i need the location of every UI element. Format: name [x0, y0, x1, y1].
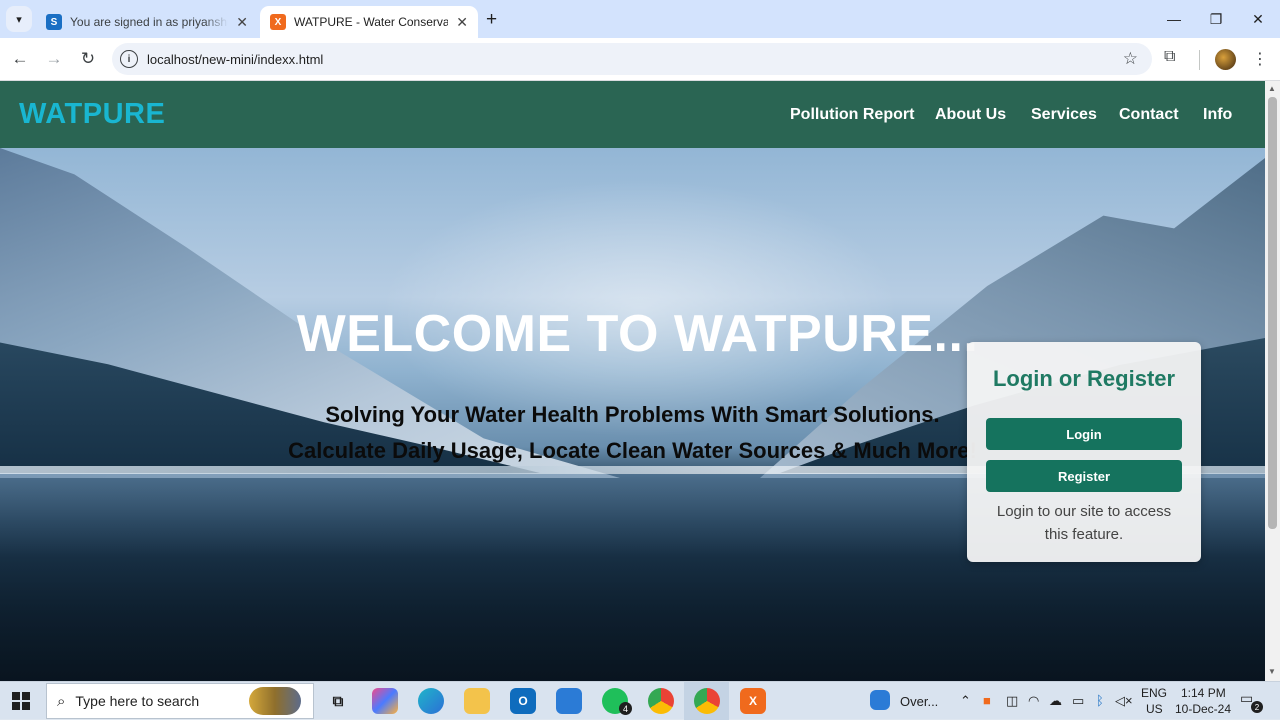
task-view-icon[interactable]: ⧉ [325, 688, 351, 714]
microsoft-store-icon[interactable] [556, 688, 582, 714]
volume-muted-icon[interactable]: ◁× [1115, 693, 1133, 709]
address-bar[interactable]: i localhost/new-mini/indexx.html ☆ [112, 43, 1152, 75]
toolbar-divider [1199, 50, 1200, 70]
clock-date[interactable]: 10-Dec-24 [1175, 702, 1231, 716]
file-explorer-icon[interactable] [464, 688, 490, 714]
tab-strip: ▾ S You are signed in as priyanshu... ✕ … [0, 0, 1280, 38]
taskbar-search[interactable]: ⌕ Type here to search [46, 683, 314, 719]
nav-info[interactable]: Info [1203, 106, 1232, 124]
hero-section: WELCOME TO WATPURE... Solving Your Water… [0, 148, 1265, 681]
nav-pollution-report[interactable]: Pollution Report [790, 106, 914, 124]
copilot-icon[interactable] [372, 688, 398, 714]
nav-about-us[interactable]: About Us [935, 106, 1006, 124]
browser-toolbar: ← → ↻ i localhost/new-mini/indexx.html ☆ [0, 38, 1280, 81]
search-icon: ⌕ [57, 692, 66, 710]
tab-search-button[interactable]: ▾ [6, 6, 32, 32]
tab-watpure[interactable]: X WATPURE - Water Conservation ✕ [260, 6, 478, 38]
outlook-icon[interactable]: O [510, 688, 536, 714]
site-navbar: WATPURE Pollution Report About Us Servic… [0, 81, 1265, 148]
extensions-puzzle-icon[interactable]: ⧉ [1164, 48, 1175, 66]
register-button[interactable]: Register [986, 460, 1182, 492]
onedrive-cloud-icon[interactable]: ☁ [1049, 693, 1062, 709]
language-indicator[interactable]: ENG [1141, 686, 1167, 700]
xampp-icon[interactable]: X [740, 688, 766, 714]
tab-favicon: X [270, 14, 286, 30]
edge-browser-icon[interactable] [418, 688, 444, 714]
nav-contact[interactable]: Contact [1119, 106, 1179, 124]
forward-arrow-icon[interactable]: → [41, 46, 67, 72]
xampp-tray-icon[interactable]: ■ [983, 693, 991, 708]
wifi-icon[interactable]: ◠ [1028, 693, 1039, 709]
region-indicator[interactable]: US [1146, 702, 1163, 716]
taskbar: ⌕ Type here to search ⧉ O 4 X Over... ⌃ … [0, 681, 1280, 720]
battery-icon[interactable]: ▭ [1072, 693, 1084, 709]
reload-icon[interactable]: ↻ [75, 46, 101, 72]
show-hidden-icons[interactable]: ⌃ [960, 693, 971, 709]
restore-button[interactable]: ❐ [1196, 6, 1236, 32]
whatsapp-badge: 4 [619, 702, 632, 715]
windows-start-icon[interactable] [12, 692, 30, 710]
scroll-up-icon[interactable]: ▲ [1268, 84, 1276, 93]
minimize-button[interactable]: — [1154, 6, 1194, 32]
bookmark-star-icon[interactable]: ☆ [1123, 49, 1138, 69]
bluetooth-icon[interactable]: ᛒ [1096, 693, 1104, 708]
close-tab-icon[interactable]: ✕ [456, 14, 468, 31]
login-button[interactable]: Login [986, 418, 1182, 450]
login-card-note: Login to our site to access this feature… [996, 503, 1172, 543]
tab-title: You are signed in as priyanshu... [70, 15, 229, 29]
new-tab-button[interactable]: + [486, 9, 497, 31]
tab-favicon: S [46, 14, 62, 30]
close-tab-icon[interactable]: ✕ [236, 14, 248, 31]
meet-now-icon[interactable]: ◫ [1006, 693, 1018, 709]
notification-badge: 2 [1251, 701, 1263, 713]
page-scrollbar[interactable]: ▲ ▼ [1265, 81, 1280, 681]
tab-title: WATPURE - Water Conservation [294, 15, 449, 29]
back-arrow-icon[interactable]: ← [7, 46, 33, 72]
site-info-icon[interactable]: i [120, 50, 138, 68]
close-window-button[interactable]: ✕ [1238, 6, 1278, 32]
clock-time[interactable]: 1:14 PM [1181, 686, 1226, 700]
taskbar-search-placeholder: Type here to search [75, 693, 200, 709]
nav-services[interactable]: Services [1031, 106, 1097, 124]
scroll-down-icon[interactable]: ▼ [1268, 667, 1276, 676]
scroll-thumb[interactable] [1268, 97, 1277, 529]
web-page: WATPURE Pollution Report About Us Servic… [0, 81, 1265, 681]
browser-menu-icon[interactable]: ⋮ [1252, 49, 1268, 69]
site-logo[interactable]: WATPURE [19, 98, 165, 131]
url-text[interactable]: localhost/new-mini/indexx.html [147, 52, 323, 67]
chrome-profile-icon[interactable] [648, 688, 674, 714]
widgets-icon[interactable] [870, 690, 890, 710]
login-register-card: Login or Register Login Register Login t… [967, 342, 1201, 562]
weather-widget-label[interactable]: Over... [900, 694, 938, 709]
chrome-icon[interactable] [694, 688, 720, 714]
tab-signed-in[interactable]: S You are signed in as priyanshu... ✕ [36, 6, 258, 38]
profile-avatar[interactable] [1215, 49, 1236, 70]
login-card-heading: Login or Register [992, 366, 1176, 391]
search-highlight-image [249, 687, 301, 715]
